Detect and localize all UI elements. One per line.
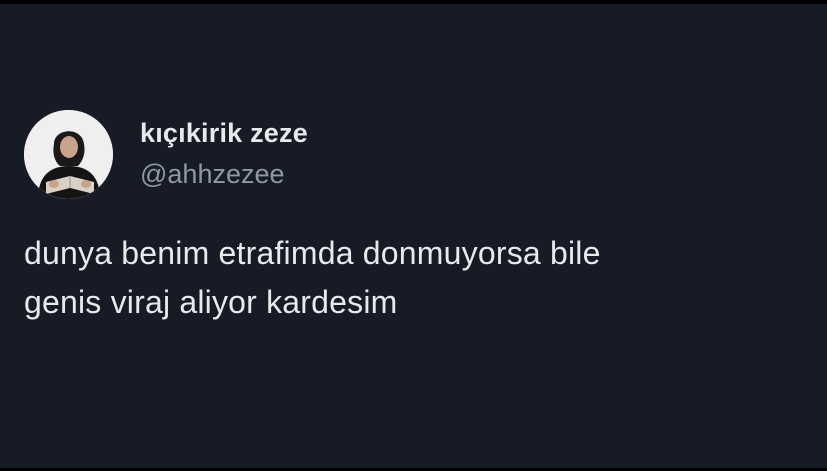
tweet-text: dunya benim etrafimda donmuyorsa bile ge… — [24, 229, 804, 327]
avatar[interactable] — [24, 110, 113, 199]
avatar-photo — [24, 110, 113, 199]
tweet-text-line: genis viraj aliyor kardesim — [24, 284, 398, 320]
tweet-text-line: dunya benim etrafimda donmuyorsa bile — [24, 235, 601, 271]
display-name[interactable]: kıçıkirik zeze — [140, 118, 308, 149]
tweet-card: kıçıkirik zeze @ahhzezee dunya benim etr… — [0, 4, 827, 468]
user-handle[interactable]: @ahhzezee — [140, 159, 285, 190]
